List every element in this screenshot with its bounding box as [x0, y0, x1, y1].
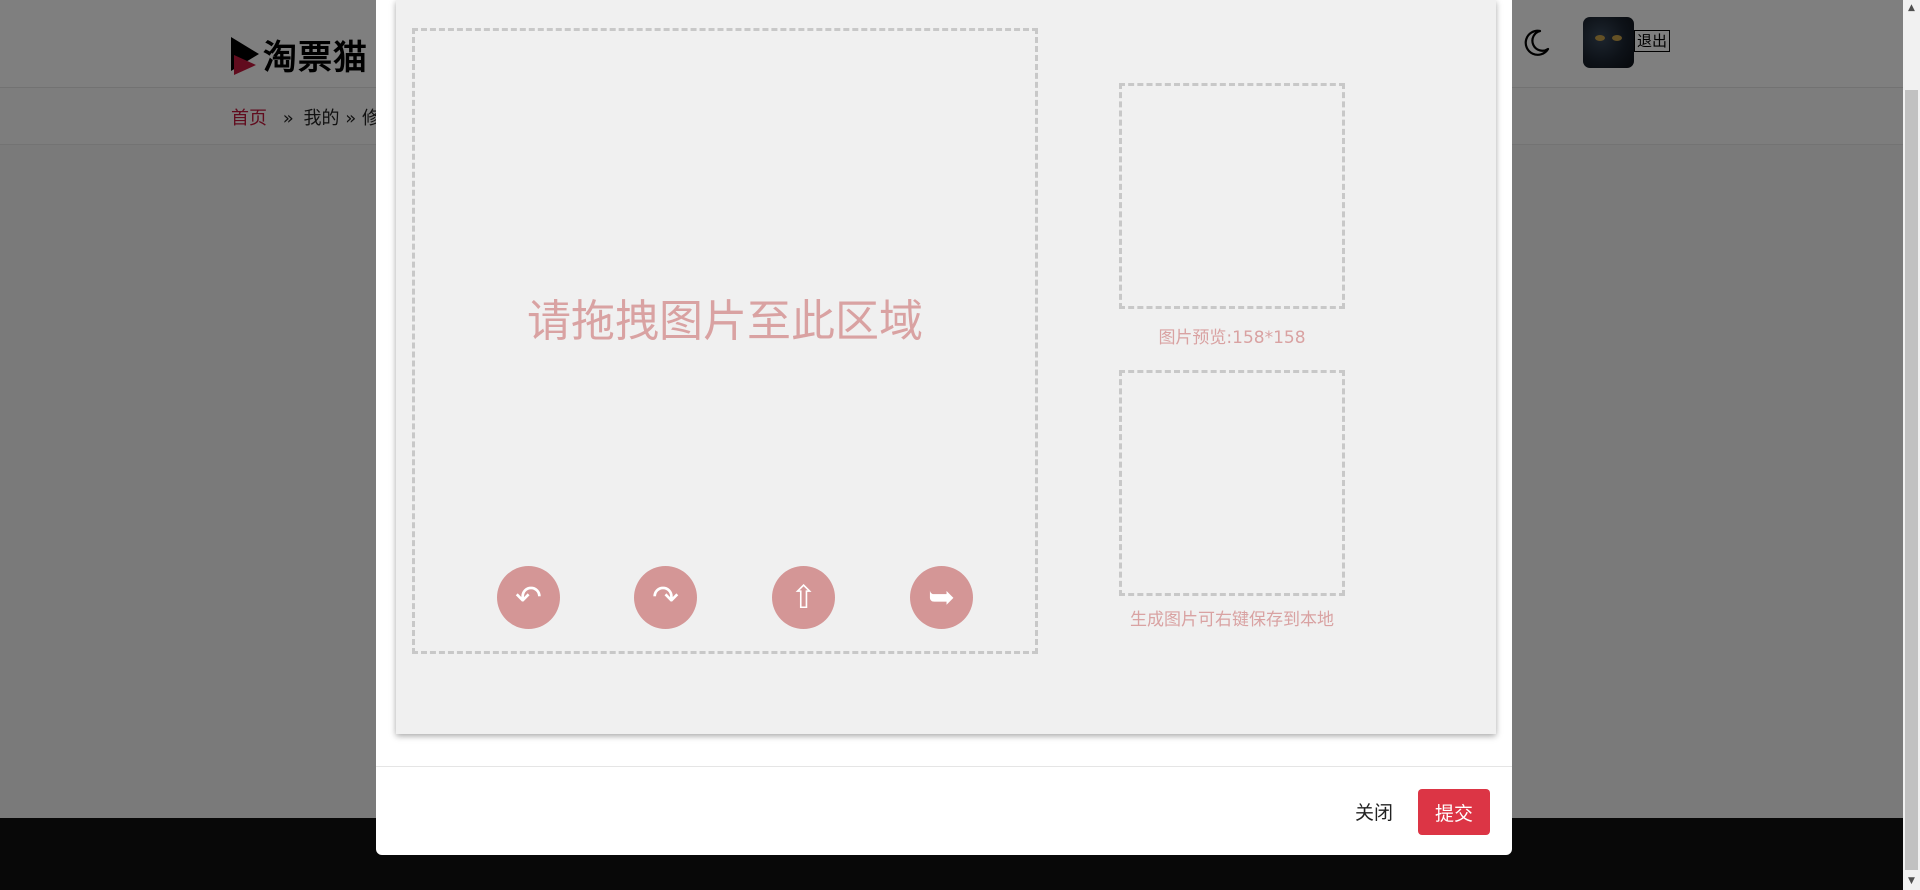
- rotate-right-button[interactable]: ↷: [634, 566, 697, 629]
- image-preview-caption: 图片预览:158*158: [1158, 328, 1306, 348]
- rotate-left-button[interactable]: ↶: [497, 566, 560, 629]
- page-scrollbar[interactable]: ▲ ▼: [1903, 0, 1920, 890]
- drop-zone-hint: 请拖拽图片至此区域: [527, 296, 923, 347]
- rotate-right-icon: ↷: [652, 578, 679, 616]
- scroll-down-arrow-icon[interactable]: ▼: [1903, 873, 1920, 890]
- upload-image-button[interactable]: ⇧: [772, 566, 835, 629]
- image-drop-zone[interactable]: 请拖拽图片至此区域: [412, 28, 1038, 654]
- generated-image-caption: 生成图片可右键保存到本地: [1130, 610, 1334, 630]
- image-preview-box: [1119, 83, 1345, 309]
- generate-image-button[interactable]: ➥: [910, 566, 973, 629]
- upload-arrow-icon: ⇧: [790, 578, 817, 616]
- modal-footer-divider: [376, 766, 1512, 767]
- export-arrow-icon: ➥: [928, 578, 955, 616]
- scrollbar-thumb[interactable]: [1905, 90, 1918, 870]
- scroll-up-arrow-icon[interactable]: ▲: [1903, 0, 1920, 17]
- rotate-left-icon: ↶: [515, 578, 542, 616]
- submit-button[interactable]: 提交: [1418, 789, 1490, 835]
- image-cropper-panel: 请拖拽图片至此区域 ↶ ↷ ⇧ ➥ 图片预览:158*158 生成图片可右键保存…: [396, 0, 1496, 734]
- generated-image-box[interactable]: [1119, 370, 1345, 596]
- close-button[interactable]: 关闭: [1342, 788, 1406, 834]
- avatar-upload-modal: 请拖拽图片至此区域 ↶ ↷ ⇧ ➥ 图片预览:158*158 生成图片可右键保存…: [376, 0, 1512, 855]
